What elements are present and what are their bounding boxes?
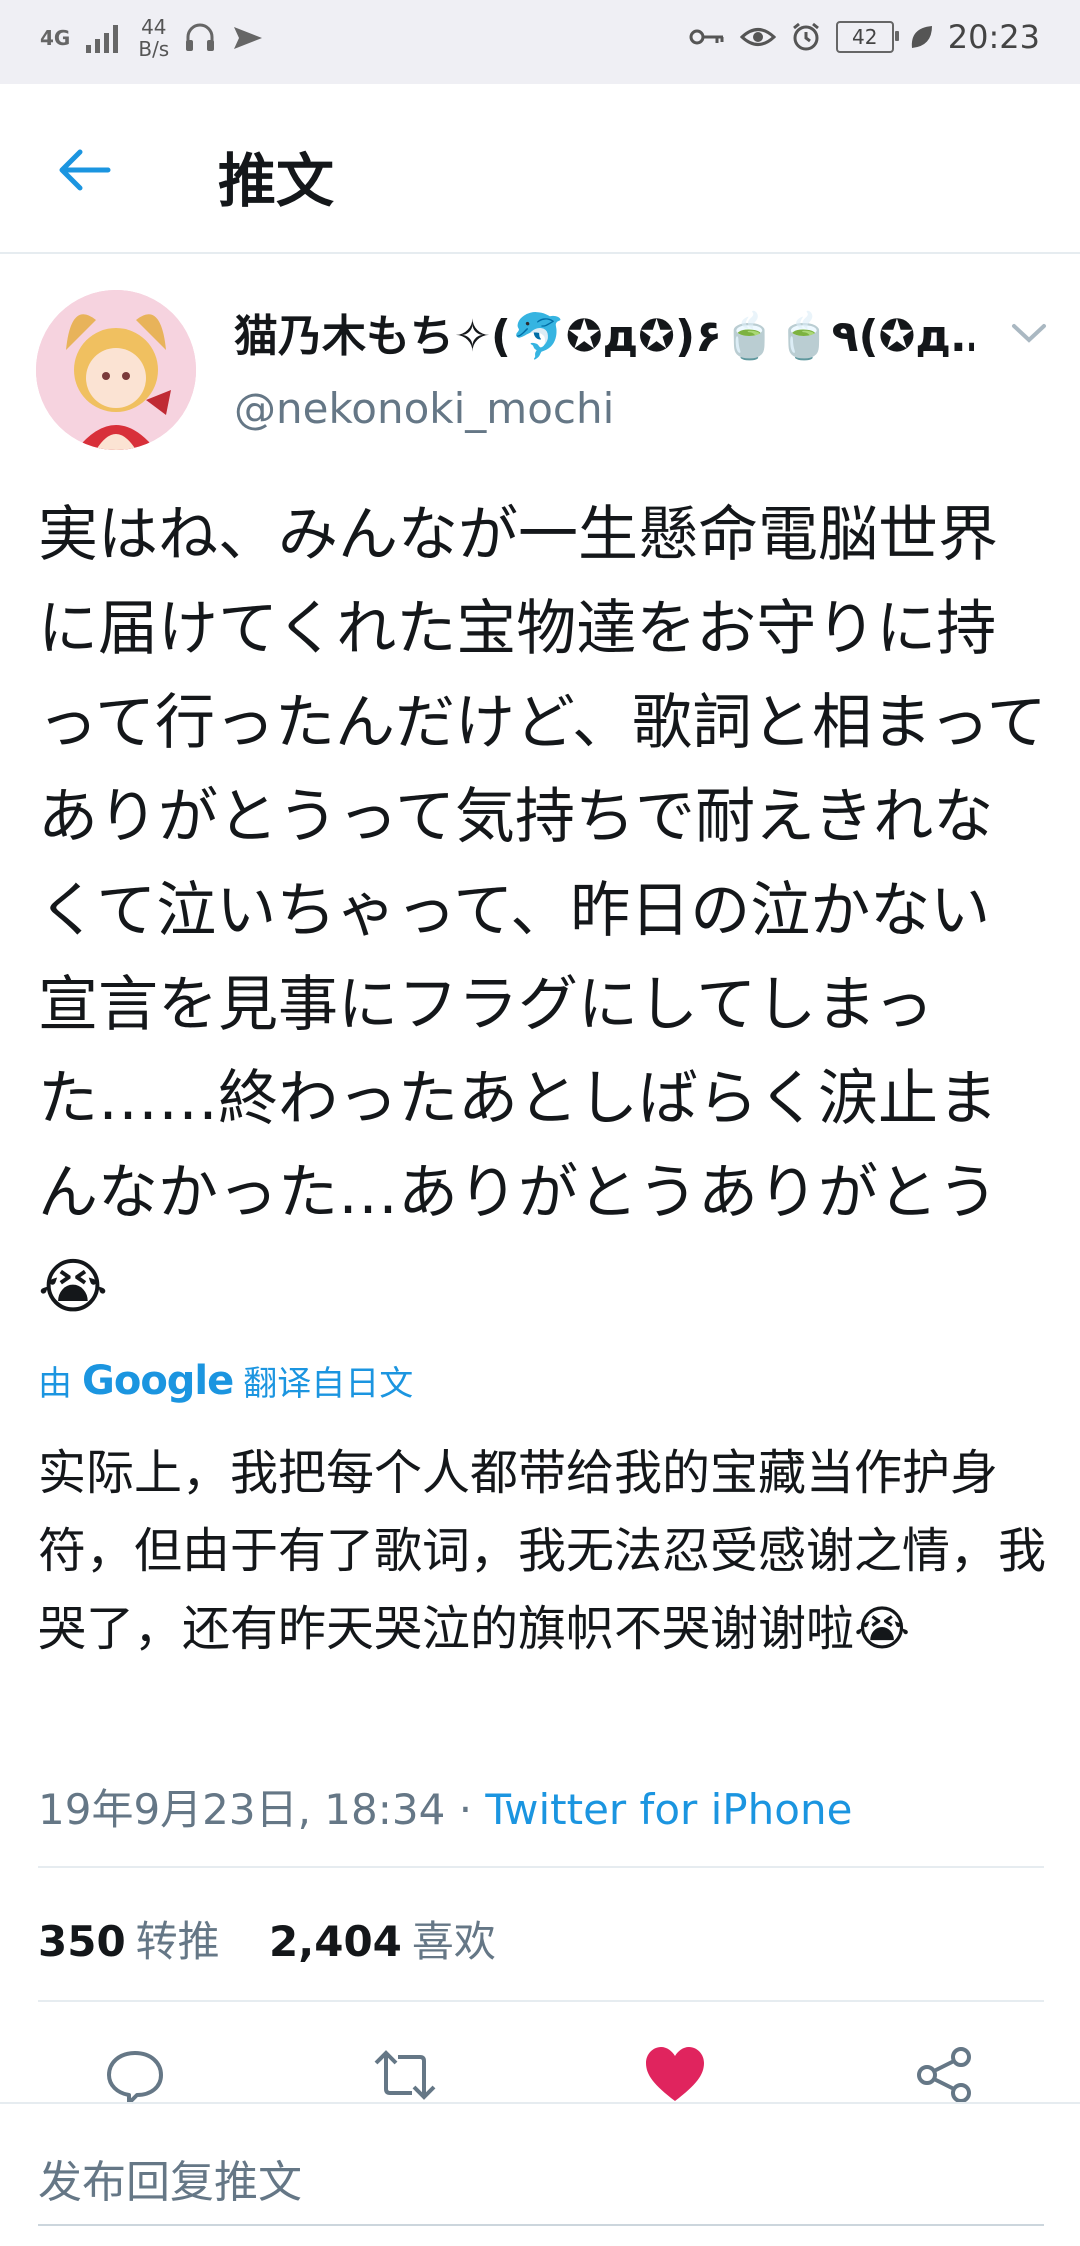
retweet-icon — [374, 2050, 436, 2100]
username[interactable]: @nekonoki_mochi — [234, 384, 614, 433]
likes-stat[interactable]: 2,404 喜欢 — [269, 1917, 532, 1966]
translated-text: 实际上，我把每个人都带给我的宝藏当作护身符，但由于有了歌词，我无法忍受感谢之情，… — [38, 1445, 1047, 1657]
chevron-down-icon — [1012, 324, 1046, 343]
heart-icon — [646, 2047, 704, 2101]
tweet-actions — [0, 2040, 1080, 2110]
tweet-meta: 19年9月23日, 18:34 · Twitter for iPhone — [38, 1776, 852, 1837]
app-header: 推文 — [0, 84, 1080, 254]
google-logo: Google — [82, 1357, 234, 1404]
source-link[interactable]: Twitter for iPhone — [485, 1785, 852, 1834]
tweet-stats: 350 转推 2,404 喜欢 — [38, 1908, 532, 1969]
clock: 20:23 — [947, 18, 1040, 56]
send-icon — [234, 27, 263, 49]
back-arrow-icon — [59, 149, 111, 191]
tweet-options-button[interactable] — [1010, 318, 1048, 348]
reply-icon — [107, 2051, 163, 2105]
reply-underline — [38, 2224, 1044, 2226]
like-button[interactable] — [640, 2040, 710, 2110]
translated-suffix: 翻译自日文 — [243, 1364, 414, 1404]
translated-prefix: 由 — [38, 1364, 72, 1404]
eye-icon — [739, 28, 776, 46]
share-button[interactable] — [910, 2040, 980, 2110]
display-name[interactable]: 猫乃木もち✧(🐬✪д✪)۶🍵🍵٩(✪д…🦊 — [234, 300, 974, 364]
retweets-stat[interactable]: 350 转推 — [38, 1917, 256, 1966]
divider — [38, 2000, 1044, 2002]
timestamp: 19年9月23日, 18:34 — [38, 1785, 446, 1834]
page-title: 推文 — [218, 147, 335, 215]
tweet-text: 実はね、みんなが一生懸命電脳世界に届けてくれた宝物達をお守りに持って行ったんだけ… — [38, 500, 1047, 1322]
status-bar: 4G 44 B/s 42 20:23 — [0, 0, 1080, 84]
share-icon — [917, 2047, 971, 2103]
key-icon — [689, 29, 724, 45]
signal-icon — [86, 25, 119, 53]
divider — [38, 1866, 1044, 1868]
battery-indicator: 42 — [835, 21, 899, 53]
meta-separator: · — [445, 1785, 486, 1834]
reply-input[interactable]: 发布回复推文 — [38, 2146, 302, 2210]
alarm-icon — [792, 22, 819, 51]
reply-button[interactable] — [100, 2040, 170, 2110]
leaf-icon — [911, 26, 932, 48]
translation-attribution[interactable]: 由 Google 翻译自日文 — [38, 1356, 413, 1405]
network-speed: 44 B/s — [138, 15, 170, 61]
back-button[interactable] — [52, 138, 116, 202]
headphones-icon — [186, 23, 215, 51]
reply-composer: 发布回复推文 — [0, 2102, 1080, 2246]
network-label: 4G — [40, 26, 71, 50]
retweet-button[interactable] — [370, 2040, 440, 2110]
avatar[interactable] — [36, 290, 196, 450]
